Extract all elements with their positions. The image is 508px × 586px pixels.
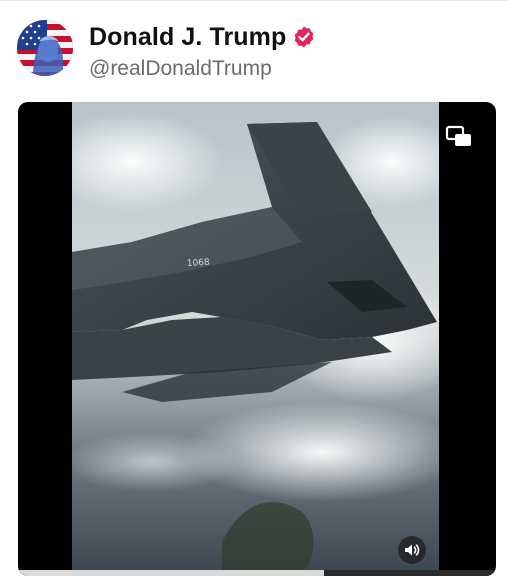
picture-in-picture-icon [445, 125, 471, 146]
picture-in-picture-button[interactable] [444, 124, 474, 150]
author-handle[interactable]: @realDonaldTrump [89, 56, 272, 82]
avatar[interactable] [17, 20, 73, 76]
volume-button[interactable] [398, 536, 426, 564]
top-divider [0, 0, 508, 1]
video-frame[interactable]: 1068 [72, 102, 439, 570]
speaker-icon [405, 544, 420, 556]
verified-badge-icon [292, 25, 316, 49]
video-still-image: 1068 [72, 102, 439, 570]
svg-text:1068: 1068 [187, 258, 211, 269]
video-progress-bar[interactable] [18, 570, 496, 576]
name-row: Donald J. Trump [89, 22, 316, 52]
author-display-name[interactable]: Donald J. Trump [89, 22, 286, 52]
video-progress-fill [18, 570, 324, 576]
avatar-flag-portrait-icon [17, 20, 73, 76]
post-header: Donald J. Trump @realDonaldTrump [17, 20, 487, 80]
video-player[interactable]: 1068 [18, 102, 496, 576]
